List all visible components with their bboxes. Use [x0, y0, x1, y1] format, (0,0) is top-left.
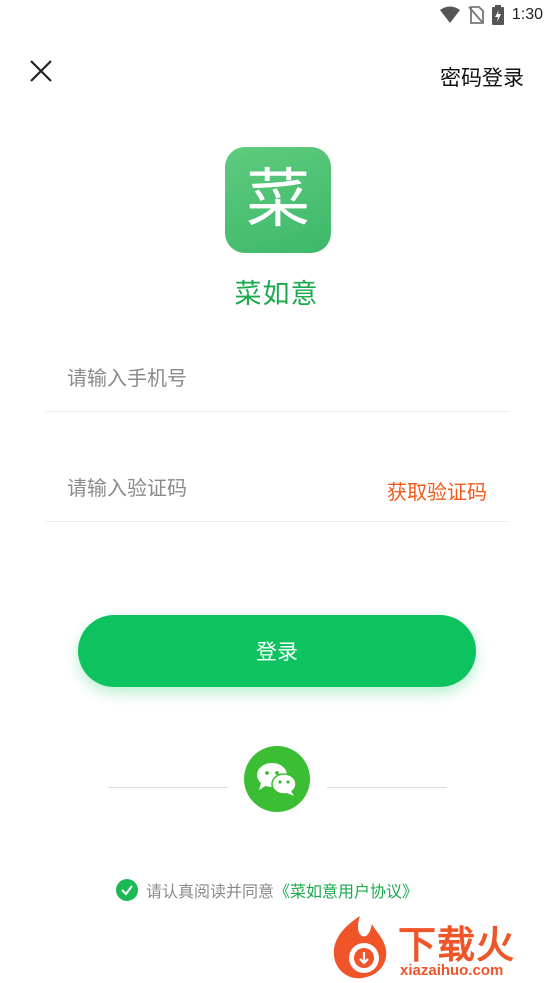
- agreement: 请认真阅读并同意 《菜如意用户协议》: [116, 878, 418, 902]
- wechat-icon: [257, 763, 297, 796]
- app-name: 菜如意: [234, 279, 319, 310]
- app-logo: 菜: [225, 147, 331, 253]
- check-icon: [121, 885, 133, 896]
- watermark-url: xiazaihuo.com: [400, 962, 504, 979]
- agreement-text: 请认真阅读并同意: [146, 882, 275, 901]
- phone-field: [46, 346, 508, 412]
- app-logo-glyph: 菜: [246, 163, 310, 237]
- divider-left: [108, 787, 228, 788]
- close-icon: [30, 60, 52, 82]
- divider-right: [327, 787, 447, 788]
- login-button[interactable]: 登录: [78, 615, 476, 687]
- status-bar: 1:30: [0, 0, 553, 32]
- wifi-icon: [439, 6, 460, 23]
- close-button[interactable]: [26, 56, 56, 86]
- get-code-button[interactable]: 获取验证码: [387, 476, 487, 505]
- watermark-text: 下载火: [398, 923, 516, 967]
- status-time: 1:30: [511, 6, 543, 23]
- flame-logo-icon: [333, 916, 387, 979]
- code-input[interactable]: [67, 468, 367, 508]
- status-icons: 1:30: [439, 5, 543, 25]
- battery-charging-icon: [491, 5, 504, 25]
- wechat-login-button[interactable]: [244, 746, 310, 812]
- password-login-link[interactable]: 密码登录: [440, 62, 524, 92]
- user-agreement-link[interactable]: 《菜如意用户协议》: [274, 878, 418, 902]
- no-sim-icon: [468, 6, 484, 24]
- code-field: 获取验证码: [46, 456, 508, 522]
- watermark: 下载火 xiazaihuo.com: [326, 912, 551, 982]
- agree-checkbox[interactable]: [116, 879, 138, 901]
- phone-input[interactable]: [67, 358, 367, 398]
